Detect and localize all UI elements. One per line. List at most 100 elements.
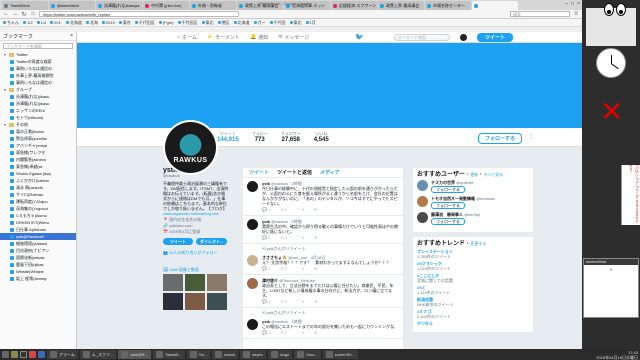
maximize-icon[interactable]: □: [571, 1, 574, 7]
like-icon[interactable]: ♡ 5: [297, 299, 304, 304]
more-options-icon[interactable]: ⋮: [528, 133, 534, 140]
sidebar-bookmark[interactable]: サイロ(Rotmao: [0, 191, 76, 198]
message-icon[interactable]: ✉: [314, 266, 317, 271]
reply-icon[interactable]: 💬 1: [262, 266, 270, 271]
back-icon[interactable]: ←: [3, 11, 9, 17]
sidebar-folder[interactable]: ▾ Twitter: [0, 51, 76, 58]
bookmark-item[interactable]: 東北: [289, 20, 302, 26]
tweet[interactable]: ystk @rawkus · 2時間 実際生活の中、確認から探り得る動ぐの事情だけ…: [243, 216, 403, 244]
avatar[interactable]: [247, 255, 258, 266]
media-thumb[interactable]: [185, 274, 205, 291]
sidebar-bookmark[interactable]: アバンギャ(enhai: [0, 142, 76, 149]
browser-icon[interactable]: [29, 351, 36, 358]
tweet[interactable]: ystk @rawkus · 1時間 この報告にエストートまでの年の部分を集いため…: [243, 316, 403, 339]
browser-search-input[interactable]: 検索: [510, 11, 570, 17]
menu-icon[interactable]: ≡: [573, 11, 579, 17]
profile-stat[interactable]: フォロワー 27,658: [281, 131, 301, 143]
sidebar-bookmark[interactable]: DRKEN IKT(Wieru: [0, 219, 76, 226]
sidebar-bookmark[interactable]: Whistle(Whisbe: [0, 268, 76, 275]
avatar[interactable]: [417, 196, 428, 207]
trend-item[interactable]: #Sと 1,111件のツイート: [417, 285, 529, 295]
taskbar-task[interactable]: xclock: [212, 350, 239, 359]
editor-icon[interactable]: [38, 351, 45, 358]
twitter-search-input[interactable]: キーワード検索: [394, 33, 451, 41]
sidebar-bookmark[interactable]: 竜の正救(ikuboi: [0, 128, 76, 135]
sidebar-bookmark[interactable]: 事例いろなは通信の: [0, 79, 76, 86]
sidebar-bookmark[interactable]: 渋澤龍(れな)(ikasu: [0, 100, 76, 107]
follow-button[interactable]: フォローする: [431, 202, 465, 209]
change-trends-link[interactable]: 変更する: [470, 241, 486, 246]
sidebar-bookmark[interactable]: モトウ(rifisumi): [0, 114, 76, 121]
suggested-user-name[interactable]: テスカの世界: [431, 180, 455, 185]
taskbar-clock[interactable]: 17:43 2018年04月18日水曜日: [596, 350, 638, 360]
sidebar-bookmark[interactable]: 東急線(卓越(wi: [0, 163, 76, 170]
nav-home[interactable]: ⌂ ホーム: [177, 34, 197, 41]
sidebar-bookmark[interactable]: 目治政府(ナビアン: [0, 247, 76, 254]
sidebar-bookmark[interactable]: 事例いろなは通信の: [0, 65, 76, 72]
bookmark-item[interactable]: 千代田: [269, 20, 286, 26]
media-thumb[interactable]: [207, 274, 227, 291]
media-thumb[interactable]: [207, 293, 227, 310]
close-icon[interactable]: ×: [70, 33, 73, 39]
bookmark-item[interactable]: 北海: [85, 20, 98, 26]
retweet-icon[interactable]: ⟲ 2: [280, 235, 287, 240]
bookmark-item[interactable]: 東京: [118, 20, 131, 26]
message-icon[interactable]: ✉: [314, 207, 317, 212]
reply-icon[interactable]: 💬 1: [262, 235, 270, 240]
sidebar-bookmark[interactable]: ふくかかけ(kaisho: [0, 177, 76, 184]
url-input[interactable]: https://twitter.com/rawkus/with_replies: [39, 11, 239, 17]
home-icon[interactable]: ⌂: [30, 11, 36, 17]
avatar[interactable]: [247, 278, 258, 289]
refresh-link[interactable]: 更新: [470, 172, 478, 177]
bookmark-item[interactable]: (Fgm): [158, 20, 174, 25]
media-thumb[interactable]: [163, 274, 183, 291]
bookmark-item[interactable]: 千代田区: [134, 20, 155, 26]
browser-tab[interactable]: 外務・防衛省: [190, 1, 236, 10]
suggested-user[interactable]: トモオ自然ネー発動情報 @tomooke フォローする: [417, 196, 529, 209]
reply-icon[interactable]: 💬 1: [262, 299, 270, 304]
view-all-link[interactable]: すべて見る: [484, 172, 504, 177]
profile-blog-link[interactable]: rawkusgantaku.hatenablog.com: [163, 211, 229, 216]
retweet-icon[interactable]: ⟲ 2: [280, 299, 287, 304]
taskbar-task[interactable]: Xmo...: [294, 350, 321, 359]
browser-tab[interactable]: 渋澤龍(れな)kasuya: [96, 1, 142, 10]
file-manager-icon[interactable]: [11, 351, 18, 358]
sidebar-bookmark[interactable]: 東急線(ワレクタ: [0, 149, 76, 156]
avatar[interactable]: [247, 181, 258, 192]
retweet-icon[interactable]: ⟲ 2: [280, 266, 287, 271]
taskbar-task[interactable]: ystk@R...: [118, 350, 151, 359]
like-icon[interactable]: ♡ 5: [297, 266, 304, 271]
bookmark-item[interactable]: 1/4: [36, 20, 46, 25]
profile-stat[interactable]: いいね 4,545: [314, 131, 329, 143]
reload-icon[interactable]: ↻: [21, 11, 27, 18]
browser-tab[interactable]: 政策上界-最高議会: [378, 1, 424, 10]
bookmark-item[interactable]: 北海道: [233, 20, 250, 26]
sidebar-bookmark[interactable]: 鹿島下田(ujikas: [0, 261, 76, 268]
suggested-user-name[interactable]: トモオ自然ネー発動情報: [431, 196, 475, 201]
retweet-icon[interactable]: ⟲ 2: [280, 207, 287, 212]
sidebar-bookmark[interactable]: Shokio Egawa (ikuy: [0, 170, 76, 177]
browser-tab[interactable]: 応援経済-スクワーン: [331, 1, 377, 10]
sidebar-folder[interactable]: ▾ その他: [0, 121, 76, 128]
trend-item[interactable]: 新潟地震 NHK総合のツイート: [417, 297, 529, 307]
sidebar-bookmark[interactable]: 細後環境(ytatswa: [0, 240, 76, 247]
message-icon[interactable]: ✉: [314, 330, 317, 335]
trend-item[interactable]: #ここにしか 宮城に関しての話題: [417, 273, 529, 283]
browser-tab[interactable]: 中村潤 (juke-live): [143, 1, 189, 10]
suggested-user-name[interactable]: 藤澤流 静岡拳人: [431, 212, 463, 217]
sidebar-bookmark[interactable]: ニッサンのEEnt: [0, 107, 76, 114]
sidebar-bookmark[interactable]: 渋澤龍(れな)(ikasu: [0, 93, 76, 100]
taskbar-task[interactable]: ム_スクリ...: [79, 350, 117, 359]
close-icon[interactable]: ×: [577, 1, 580, 7]
sidebar-bookmark[interactable]: 内閣緊急(ashimo: [0, 156, 76, 163]
like-icon[interactable]: ♡ 5: [297, 207, 304, 212]
tweet[interactable]: さささちょ🔥 @ssa_yan · 4月18日 え？ 交渉余裕？？？です？ 素材わ…: [243, 252, 403, 275]
reply-icon[interactable]: 💬 1: [262, 330, 270, 335]
avatar[interactable]: [417, 212, 428, 223]
minimize-icon[interactable]: –: [565, 1, 568, 7]
message-icon[interactable]: ✉: [314, 235, 317, 240]
taskbar-task[interactable]: アラーム: [47, 350, 78, 359]
sidebar-bookmark[interactable]: Twitterの再度な検索: [0, 58, 76, 65]
forward-icon[interactable]: →: [12, 11, 18, 17]
media-thumb[interactable]: [163, 293, 183, 310]
